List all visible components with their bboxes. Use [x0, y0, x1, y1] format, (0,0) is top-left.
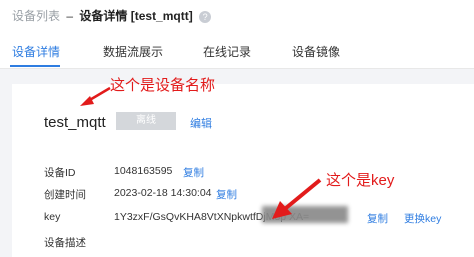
name-arrow	[80, 86, 111, 106]
key-arrow	[272, 178, 322, 219]
page: 设备列表 – 设备详情 [test_mqtt] ? 设备详情 数据流展示 在线记…	[0, 0, 474, 257]
annotation-arrows	[80, 86, 322, 219]
